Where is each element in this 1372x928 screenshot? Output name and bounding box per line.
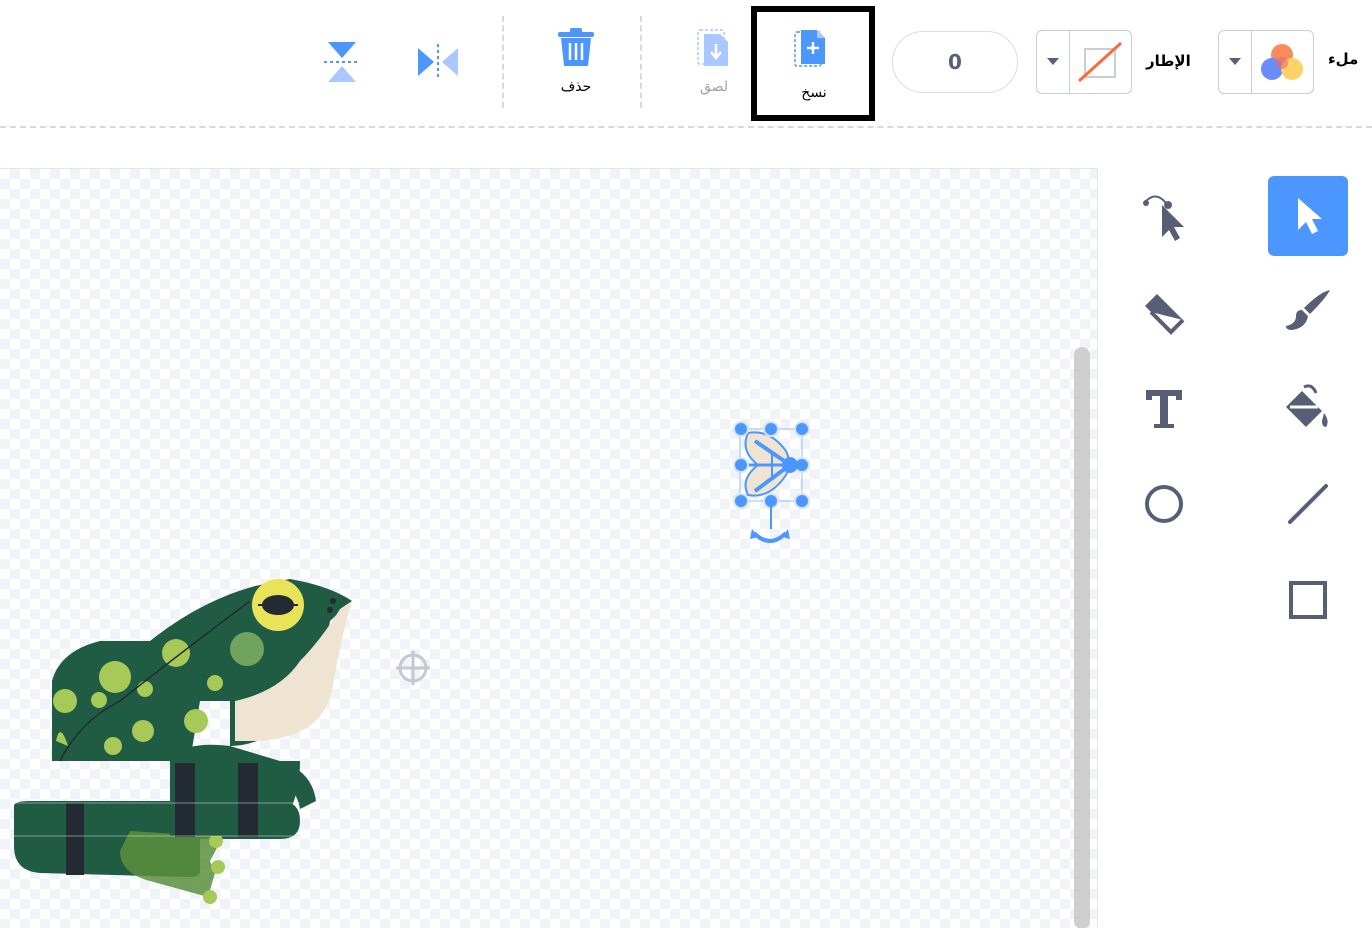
paste-icon xyxy=(697,29,728,66)
chevron-down-icon xyxy=(1229,58,1241,65)
flip-vertical-icon xyxy=(324,42,360,82)
flip-vertical-button[interactable] xyxy=(314,36,370,88)
reshape-icon xyxy=(1143,195,1184,241)
toolbar-divider xyxy=(502,16,504,108)
select-arrow-icon xyxy=(1298,198,1322,234)
canvas-vertical-scrollbar[interactable] xyxy=(1074,347,1090,928)
outline-label: الإطار xyxy=(1146,52,1191,70)
no-outline-swatch-icon xyxy=(1077,41,1123,83)
outline-width-input[interactable]: 0 xyxy=(892,31,1018,93)
toolbar-divider xyxy=(640,16,642,108)
flip-horizontal-icon xyxy=(418,44,458,80)
brush-tool-button[interactable] xyxy=(1268,272,1348,352)
delete-label: حذف xyxy=(560,79,592,95)
eraser-tool-button[interactable] xyxy=(1124,272,1204,352)
rectangle-tool-button[interactable] xyxy=(1268,560,1348,640)
fill-tool-button[interactable] xyxy=(1268,368,1348,448)
trash-icon xyxy=(558,28,594,66)
chevron-down-icon xyxy=(1047,58,1059,65)
copy-label: نسخ xyxy=(801,85,827,101)
delete-button[interactable]: حذف xyxy=(540,20,612,104)
flip-horizontal-button[interactable] xyxy=(410,38,466,86)
rectangle-icon xyxy=(1289,581,1327,619)
selected-shape xyxy=(733,421,810,543)
circle-icon xyxy=(1145,485,1183,523)
eraser-icon xyxy=(1145,294,1185,335)
circle-tool-button[interactable] xyxy=(1124,464,1204,544)
copy-button[interactable]: نسخ xyxy=(751,6,875,121)
outline-dropdown-arrow[interactable] xyxy=(1037,31,1070,93)
text-tool-button[interactable] xyxy=(1124,368,1204,448)
paint-toolbar: ملء الإطار 0 نسخ لصق حذف xyxy=(0,0,1372,128)
text-icon xyxy=(1146,390,1182,428)
select-tool-button[interactable] xyxy=(1268,176,1348,256)
brush-icon xyxy=(1286,290,1330,330)
fill-color-swatch-icon xyxy=(1261,44,1303,80)
frog-sprite-image xyxy=(14,579,352,904)
copy-icon xyxy=(794,30,825,67)
paint-canvas[interactable] xyxy=(0,168,1098,928)
canvas-artwork xyxy=(14,421,810,904)
fill-color-button[interactable] xyxy=(1218,30,1314,94)
paste-label: لصق xyxy=(699,79,729,95)
fill-bucket-icon xyxy=(1286,384,1328,427)
canvas-center-crosshair xyxy=(396,651,430,685)
reshape-tool-button[interactable] xyxy=(1124,176,1204,256)
fill-dropdown-arrow[interactable] xyxy=(1219,31,1252,93)
line-tool-button[interactable] xyxy=(1268,464,1348,544)
line-icon xyxy=(1288,484,1328,524)
outline-color-button[interactable] xyxy=(1036,30,1132,94)
paste-button[interactable]: لصق xyxy=(678,20,750,104)
fill-label: ملء xyxy=(1328,50,1359,68)
